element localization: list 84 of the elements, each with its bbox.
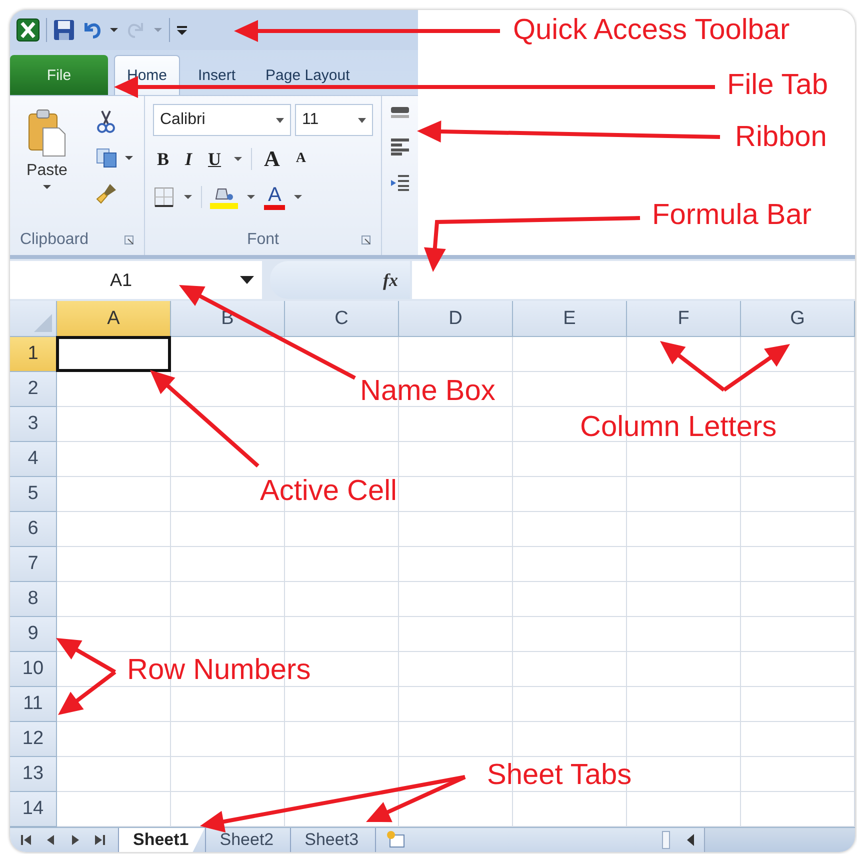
font-color-button[interactable]: A — [264, 184, 286, 210]
indent-icon[interactable] — [390, 174, 410, 192]
column-header[interactable]: G — [741, 301, 855, 337]
callout-label: Row Numbers — [127, 653, 311, 687]
callout-label: Column Letters — [580, 410, 777, 444]
italic-button[interactable]: I — [181, 148, 196, 170]
caret-icon[interactable] — [358, 118, 366, 122]
column-header[interactable]: A — [57, 301, 171, 337]
row-header[interactable]: 10 — [10, 652, 57, 687]
grow-font-button[interactable]: A — [260, 146, 284, 172]
caret-icon[interactable] — [109, 27, 119, 33]
caret-icon[interactable] — [124, 155, 134, 161]
column-header[interactable]: D — [399, 301, 513, 337]
borders-icon[interactable] — [153, 186, 175, 208]
row-header[interactable]: 7 — [10, 547, 57, 582]
font-name-dropdown[interactable]: Calibri — [153, 104, 291, 136]
caret-icon[interactable] — [276, 118, 284, 122]
scroll-left-icon[interactable] — [686, 833, 696, 847]
callout-label: Quick Access Toolbar — [513, 13, 790, 47]
group-label: Font — [246, 231, 279, 249]
callout-label: Active Cell — [260, 474, 397, 508]
spreadsheet-logo-icon[interactable] — [16, 18, 40, 42]
callout-label: Sheet Tabs — [487, 758, 632, 792]
callout-label: File Tab — [727, 68, 828, 102]
align-left-icon[interactable] — [390, 138, 410, 156]
file-tab[interactable]: File — [10, 55, 108, 95]
arrow — [660, 341, 726, 392]
bold-button[interactable]: B — [153, 148, 174, 170]
caret-icon[interactable] — [42, 184, 52, 190]
ribbon-tab[interactable]: Insert — [186, 55, 248, 95]
row-header[interactable]: 5 — [10, 477, 57, 512]
dialog-launcher-icon[interactable] — [124, 235, 134, 245]
row-header[interactable]: 13 — [10, 757, 57, 792]
horizontal-scrollbar[interactable] — [704, 828, 855, 852]
paste-icon[interactable] — [27, 108, 67, 158]
underline-button[interactable]: U — [204, 148, 226, 170]
insert-function-button[interactable]: fx — [377, 268, 404, 292]
row-header[interactable]: 2 — [10, 372, 57, 407]
group-label: Clipboard — [20, 231, 88, 249]
brush-icon[interactable] — [96, 182, 118, 204]
arrow — [56, 638, 116, 674]
formula-input[interactable] — [412, 261, 855, 299]
paste-label[interactable]: Paste — [26, 162, 68, 180]
save-icon[interactable] — [53, 19, 75, 41]
ribbon-tab[interactable]: Page Layout — [254, 55, 362, 95]
split-handle[interactable] — [662, 831, 670, 849]
column-header[interactable]: E — [513, 301, 627, 337]
customize-dropdown-icon[interactable] — [176, 25, 188, 35]
font-size-dropdown[interactable]: 11 — [295, 104, 373, 136]
arrow — [58, 670, 116, 715]
row-header[interactable]: 4 — [10, 442, 57, 477]
copy-icon[interactable] — [96, 148, 118, 168]
last-sheet-icon[interactable] — [94, 834, 106, 846]
dialog-launcher-icon[interactable] — [361, 235, 371, 245]
scissors-icon[interactable] — [96, 110, 116, 134]
row-header[interactable]: 3 — [10, 407, 57, 442]
column-header[interactable]: C — [285, 301, 399, 337]
callout-label: Name Box — [360, 374, 496, 408]
caret-icon[interactable] — [183, 194, 193, 200]
callout-label: Ribbon — [735, 120, 827, 154]
triangle-icon — [34, 314, 52, 332]
first-sheet-icon[interactable] — [20, 834, 32, 846]
row-header[interactable]: 9 — [10, 617, 57, 652]
sheet-tab[interactable]: Sheet1 — [118, 828, 205, 852]
callout-label: Formula Bar — [652, 198, 812, 232]
row-header[interactable]: 12 — [10, 722, 57, 757]
column-header[interactable]: F — [627, 301, 741, 337]
row-header[interactable]: 14 — [10, 792, 57, 827]
sheet-tab[interactable]: Sheet3 — [290, 828, 375, 852]
previous-sheet-icon[interactable] — [46, 834, 56, 846]
caret-icon[interactable] — [246, 194, 256, 200]
row-header[interactable]: 11 — [10, 687, 57, 722]
row-header[interactable]: 1 — [10, 337, 57, 372]
shrink-font-button[interactable]: A — [292, 151, 310, 167]
row-header[interactable]: 6 — [10, 512, 57, 547]
active-cell[interactable] — [56, 336, 171, 372]
align-top-icon[interactable] — [390, 106, 410, 120]
caret-icon[interactable] — [240, 276, 254, 284]
row-header[interactable]: 8 — [10, 582, 57, 617]
caret-icon[interactable] — [293, 194, 304, 200]
name-box[interactable]: A1 — [10, 261, 262, 299]
next-sheet-icon[interactable] — [70, 834, 80, 846]
arrow — [722, 344, 790, 392]
caret-icon[interactable] — [233, 156, 244, 162]
